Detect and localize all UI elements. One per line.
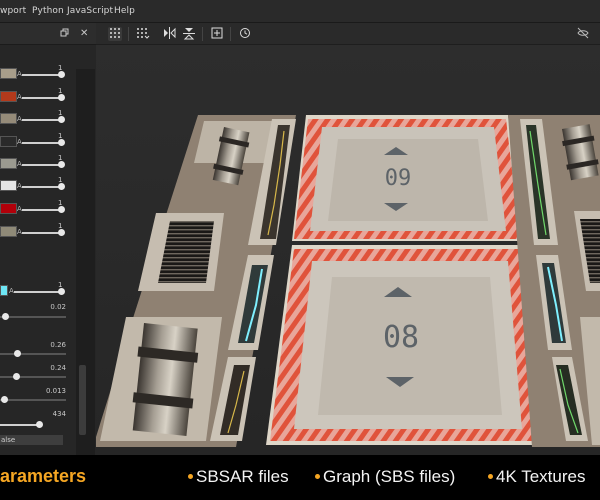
panel-scrollbar[interactable]: [76, 69, 95, 476]
viewport-3d[interactable]: 09 08: [96, 45, 600, 455]
panel-number-08: 08: [383, 320, 419, 355]
hide-icon[interactable]: [576, 27, 590, 41]
alpha-slider-track[interactable]: [22, 97, 61, 99]
value-readout: 0.013: [45, 387, 66, 395]
menu-help[interactable]: Help: [114, 6, 135, 16]
alpha-slider-knob[interactable]: [58, 206, 65, 213]
scene-render: 09 08: [96, 45, 600, 455]
slider-knob[interactable]: [1, 396, 8, 403]
menu-bar: wport Python JavaScript Help: [0, 0, 600, 23]
grid-icon[interactable]: [108, 27, 122, 41]
alpha-slider-track[interactable]: [22, 119, 61, 121]
alpha-slider-knob[interactable]: [58, 229, 65, 236]
slider-knob[interactable]: [2, 313, 9, 320]
alpha-slider-knob[interactable]: [58, 139, 65, 146]
menu-python[interactable]: Python: [32, 6, 64, 16]
bullet-icon: [315, 474, 320, 479]
bullet-icon: [188, 474, 193, 479]
history-icon[interactable]: [238, 27, 252, 41]
color-swatch[interactable]: [0, 158, 17, 169]
alpha-slider-knob[interactable]: [58, 116, 65, 123]
alpha-slider-track[interactable]: [22, 142, 61, 144]
color-swatch[interactable]: [0, 68, 17, 79]
scrollbar-thumb[interactable]: [79, 365, 86, 435]
banner-item-graph: Graph (SBS files): [323, 467, 456, 486]
toolbar-divider: [202, 27, 203, 41]
alpha-slider-track[interactable]: [22, 209, 61, 211]
value-readout: 0.02: [50, 303, 66, 311]
flip-vertical-icon[interactable]: [182, 27, 196, 41]
grid-options-icon[interactable]: [136, 27, 150, 41]
value-slider[interactable]: [0, 313, 66, 320]
slider-knob[interactable]: [13, 373, 20, 380]
value-slider[interactable]: [0, 421, 43, 428]
slider-knob[interactable]: [14, 350, 21, 357]
toolbar-divider: [128, 27, 129, 41]
banner-title: arameters: [0, 466, 87, 486]
frame-icon[interactable]: [210, 27, 224, 41]
alpha-slider-track[interactable]: [14, 291, 61, 293]
slider-knob[interactable]: [36, 421, 43, 428]
alpha-slider-knob[interactable]: [58, 71, 65, 78]
panel-number-09: 09: [385, 166, 412, 191]
color-swatch[interactable]: [0, 91, 17, 102]
color-row[interactable]: A1: [0, 222, 68, 248]
menu-javascript[interactable]: JavaScript: [67, 6, 113, 16]
boolean-field[interactable]: alse: [0, 435, 63, 445]
parameters-panel: ✕ A1A1A1A1A1A1A1A1 A 1 0.02 0.26 0.24 0.…: [0, 23, 96, 476]
close-icon[interactable]: ✕: [80, 28, 88, 39]
panel-header: ✕: [0, 23, 96, 45]
alpha-slider-knob[interactable]: [58, 161, 65, 168]
alpha-slider-track[interactable]: [22, 74, 61, 76]
value-slider[interactable]: [0, 396, 66, 403]
alpha-slider-track[interactable]: [22, 164, 61, 166]
viewport-toolbar: [96, 23, 600, 45]
banner-item-textures: 4K Textures: [496, 467, 586, 486]
alpha-slider-track[interactable]: [22, 186, 61, 188]
menu-viewport[interactable]: wport: [0, 6, 26, 16]
feature-banner: arameters SBSAR files Graph (SBS files) …: [0, 455, 600, 500]
color-swatch[interactable]: [0, 113, 17, 124]
value-readout: 434: [52, 410, 66, 418]
value-readout: 0.24: [50, 364, 66, 372]
flip-horizontal-icon[interactable]: [162, 27, 176, 41]
color-swatch[interactable]: [0, 136, 17, 147]
toolbar-divider: [230, 27, 231, 41]
color-swatch[interactable]: [0, 285, 8, 296]
color-swatch[interactable]: [0, 203, 17, 214]
restore-icon[interactable]: [60, 28, 69, 40]
alpha-slider-knob[interactable]: [58, 288, 65, 295]
bullet-icon: [488, 474, 493, 479]
value-slider[interactable]: [0, 373, 66, 380]
color-swatch[interactable]: [0, 180, 17, 191]
value-slider[interactable]: [0, 350, 66, 357]
value-readout: 0.26: [50, 341, 66, 349]
banner-item-sbsar: SBSAR files: [196, 467, 289, 486]
alpha-slider-track[interactable]: [22, 232, 61, 234]
alpha-slider-knob[interactable]: [58, 94, 65, 101]
alpha-slider-knob[interactable]: [58, 183, 65, 190]
color-swatch[interactable]: [0, 226, 17, 237]
